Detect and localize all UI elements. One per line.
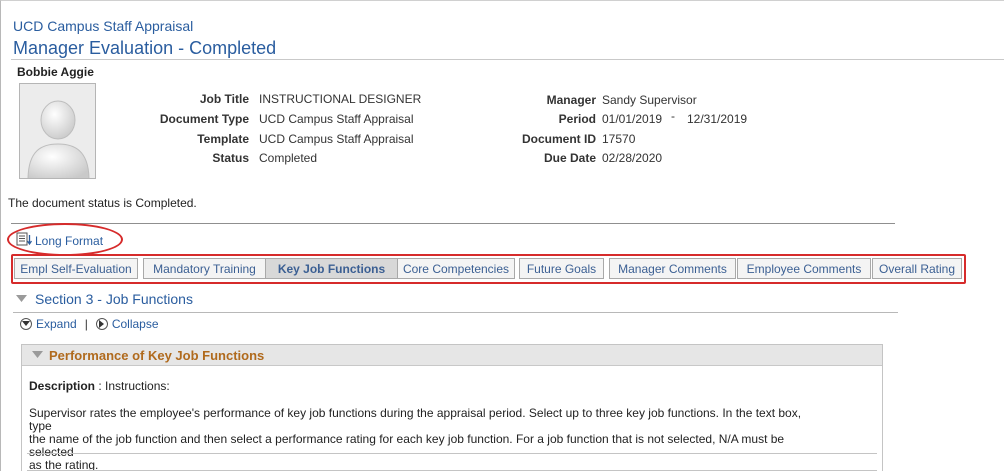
detail-value: UCD Campus Staff Appraisal [259,132,414,146]
tab-mandatory-training[interactable]: Mandatory Training [143,258,266,279]
detail-value: 02/28/2020 [602,151,663,165]
detail-label: Document Type [159,112,249,126]
employee-name: Bobbie Aggie [17,65,94,79]
status-message: The document status is Completed. [8,196,197,210]
detail-value: 17570 [602,132,636,146]
collapse-circle-icon[interactable] [95,318,108,330]
detail-label: Due Date [543,151,596,165]
description-line: Description : Instructions: [29,379,170,393]
detail-label: Template [197,132,249,146]
tab-overall-rating[interactable]: Overall Rating [872,258,962,279]
detail-value: INSTRUCTIONAL DESIGNER [259,92,422,106]
instructions-line: Supervisor rates the employee's performa… [29,406,802,433]
panel-divider [27,453,877,454]
detail-label: Period [558,112,596,126]
section-divider [13,312,898,313]
period-end: 12/31/2019 [687,112,748,126]
tab-employee-comments[interactable]: Employee Comments [737,258,871,279]
app-window: UCD Campus Staff Appraisal Manager Evalu… [0,0,1004,471]
panel-title: Performance of Key Job Functions [49,347,265,363]
content-divider [11,223,895,224]
collapse-triangle-icon [16,292,27,306]
instructions-text: Supervisor rates the employee's performa… [29,407,819,471]
section-header[interactable]: Section 3 - Job Functions [16,291,193,307]
performance-panel: Performance of Key Job Functions Descrip… [21,344,883,471]
section-title: Section 3 - Job Functions [35,291,193,307]
detail-value: Completed [259,151,318,165]
expand-circle-icon[interactable] [20,318,32,330]
page-title: Manager Evaluation - Completed [13,38,277,58]
instructions-line: the name of the job function and then se… [29,432,785,459]
breadcrumb[interactable]: UCD Campus Staff Appraisal [13,18,193,34]
long-format-link[interactable]: Long Format [16,232,103,249]
long-format-icon [16,232,33,249]
tab-manager-comments[interactable]: Manager Comments [609,258,736,279]
detail-value: Sandy Supervisor [602,93,697,107]
person-silhouette-icon [20,84,95,178]
avatar [19,83,96,179]
detail-value: UCD Campus Staff Appraisal [259,112,414,126]
tab-core-competencies[interactable]: Core Competencies [397,258,515,279]
collapse-triangle-icon [32,348,43,362]
long-format-label: Long Format [35,233,104,248]
tab-key-job-functions[interactable]: Key Job Functions [265,258,398,279]
title-divider [11,59,1004,60]
panel-header[interactable]: Performance of Key Job Functions [22,345,882,366]
description-value: : Instructions: [98,379,170,393]
period-start: 01/01/2019 [602,112,663,126]
description-label: Description [29,379,96,393]
expand-collapse-controls: Expand | Collapse [20,317,159,331]
pipe-separator: | [84,317,88,331]
detail-label: Status [212,151,249,165]
detail-label: Manager [546,93,596,107]
expand-link[interactable]: Expand [36,317,77,331]
collapse-link[interactable]: Collapse [112,317,159,331]
period-separator: - [671,109,675,123]
detail-label: Document ID [521,132,596,146]
tab-future-goals[interactable]: Future Goals [519,258,604,279]
detail-label: Job Title [199,92,249,106]
tab-empl-self-evaluation[interactable]: Empl Self-Evaluation [14,258,138,279]
